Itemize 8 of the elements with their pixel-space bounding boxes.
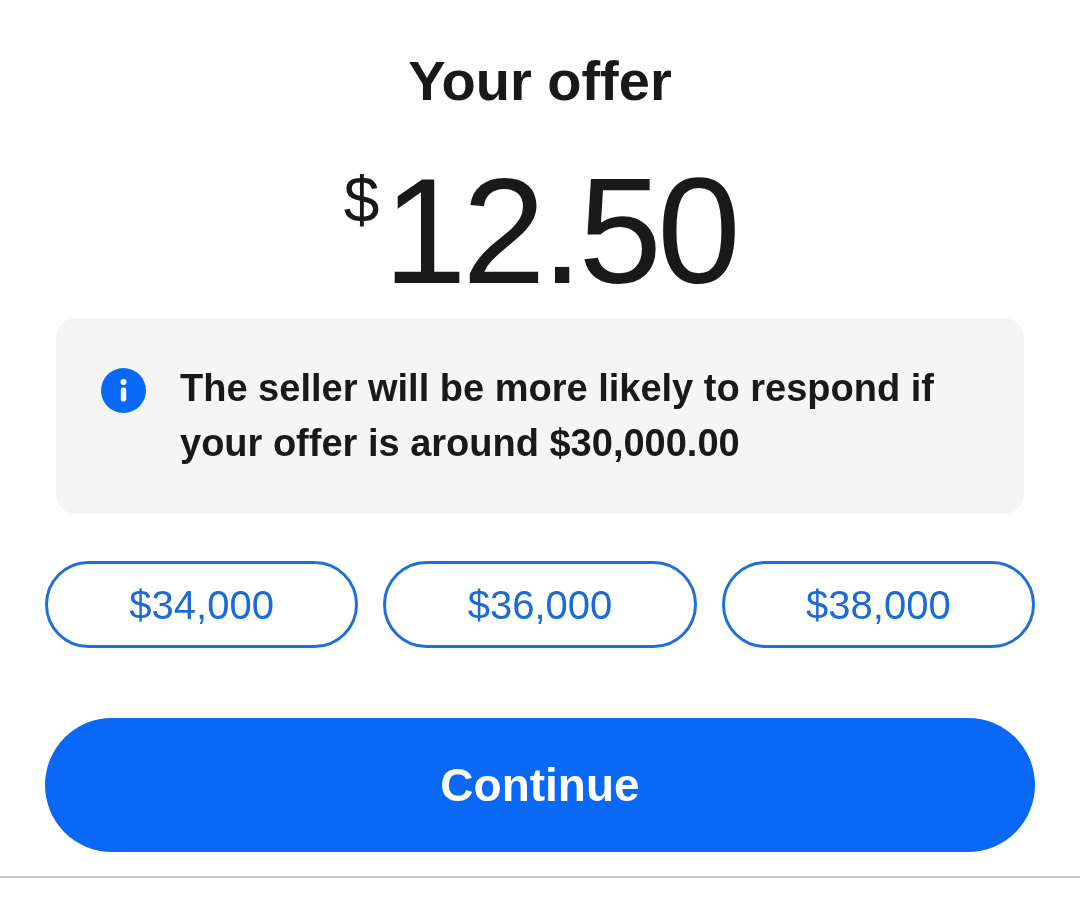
suggested-offer-chip[interactable]: $34,000 — [45, 561, 359, 648]
info-icon — [101, 368, 146, 413]
continue-button[interactable]: Continue — [45, 718, 1035, 852]
suggested-offer-chip[interactable]: $38,000 — [721, 561, 1035, 648]
dialog-title: Your offer — [408, 53, 672, 109]
hint-text: The seller will be more likely to respond if your offer is around $30,000.00 — [180, 366, 935, 466]
suggested-offer-chip[interactable]: $36,000 — [383, 561, 697, 648]
offer-amount: $12.50 — [343, 156, 737, 306]
